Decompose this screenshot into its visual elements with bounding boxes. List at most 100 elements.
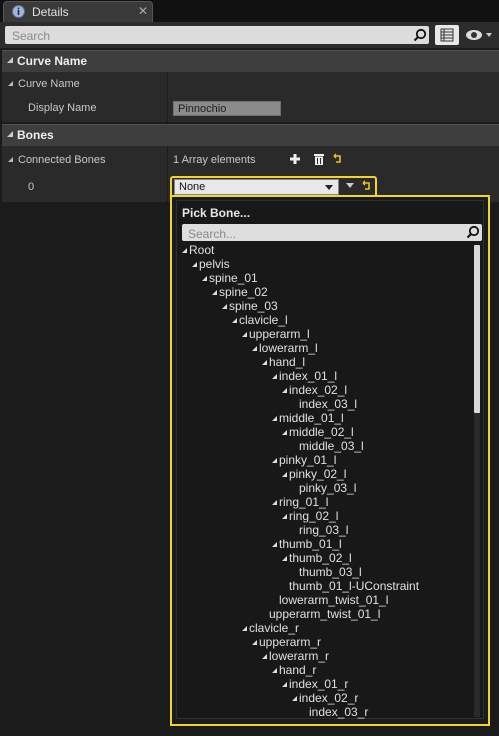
expand-arrow-icon[interactable] bbox=[272, 668, 277, 673]
element-options-chevron-icon[interactable] bbox=[346, 183, 354, 188]
expand-arrow-icon[interactable] bbox=[242, 332, 247, 337]
expand-arrow-icon[interactable] bbox=[272, 458, 277, 463]
expand-arrow-icon[interactable] bbox=[282, 682, 287, 687]
tree-item-upperarm_twist_01_l[interactable]: upperarm_twist_01_l bbox=[262, 607, 380, 621]
expand-arrow-icon[interactable] bbox=[222, 304, 227, 309]
expand-arrow-icon[interactable] bbox=[272, 416, 277, 421]
tree-item-ring_02_l[interactable]: ring_02_l bbox=[282, 509, 338, 523]
tree-item-index_03_r[interactable]: index_03_r bbox=[302, 705, 368, 719]
info-icon bbox=[12, 5, 25, 18]
expand-arrow-icon[interactable] bbox=[232, 318, 237, 323]
expand-arrow-icon[interactable] bbox=[252, 640, 257, 645]
tree-item-Root[interactable]: Root bbox=[182, 243, 214, 257]
display-name-field[interactable]: Pinnochio bbox=[173, 101, 281, 116]
expand-arrow-icon[interactable] bbox=[8, 81, 13, 86]
tree-item-ring_01_l[interactable]: ring_01_l bbox=[272, 495, 328, 509]
expand-arrow-icon[interactable] bbox=[252, 346, 257, 351]
tree-item-pinky_01_l[interactable]: pinky_01_l bbox=[272, 453, 336, 467]
tree-item-label: Root bbox=[189, 243, 215, 257]
tree-item-thumb_03_l[interactable]: thumb_03_l bbox=[292, 565, 362, 579]
expand-arrow-icon[interactable] bbox=[272, 500, 277, 505]
column-divider bbox=[167, 96, 168, 122]
tree-item-label: index_03_r bbox=[309, 705, 369, 719]
expand-arrow-icon[interactable] bbox=[262, 654, 267, 659]
tree-item-label: index_02_l bbox=[289, 383, 348, 397]
expand-arrow-icon[interactable] bbox=[7, 131, 13, 137]
tab-details[interactable]: Details ✕ bbox=[3, 1, 153, 22]
pick-bone-popup: Pick Bone... Rootpelvisspine_01spine_02s… bbox=[170, 195, 490, 726]
expand-arrow-icon[interactable] bbox=[282, 430, 287, 435]
tree-item-label: hand_r bbox=[279, 663, 317, 677]
tree-item-hand_r[interactable]: hand_r bbox=[272, 663, 316, 677]
tree-item-upperarm_l[interactable]: upperarm_l bbox=[242, 327, 310, 341]
tree-item-thumb_01_l-UConstraint[interactable]: thumb_01_l-UConstraint bbox=[282, 579, 419, 593]
tree-item-pinky_02_l[interactable]: pinky_02_l bbox=[282, 467, 346, 481]
expand-arrow-icon[interactable] bbox=[292, 696, 297, 701]
tree-item-label: index_03_l bbox=[299, 397, 358, 411]
tree-item-clavicle_l[interactable]: clavicle_l bbox=[232, 313, 288, 327]
tree-item-middle_02_l[interactable]: middle_02_l bbox=[282, 425, 354, 439]
pick-bone-search-input[interactable] bbox=[186, 225, 460, 242]
tree-item-index_02_r[interactable]: index_02_r bbox=[292, 691, 358, 705]
tree-item-thumb_02_l[interactable]: thumb_02_l bbox=[282, 551, 352, 565]
tree-item-middle_03_l[interactable]: middle_03_l bbox=[292, 439, 364, 453]
expand-arrow-icon[interactable] bbox=[242, 626, 247, 631]
tree-item-spine_01[interactable]: spine_01 bbox=[202, 271, 258, 285]
expand-arrow-icon[interactable] bbox=[212, 290, 217, 295]
tree-item-label: spine_03 bbox=[229, 299, 278, 313]
tree-item-label: clavicle_l bbox=[239, 313, 288, 327]
reset-to-default-icon[interactable] bbox=[332, 152, 342, 166]
tree-item-hand_l[interactable]: hand_l bbox=[262, 355, 305, 369]
delete-elements-icon[interactable] bbox=[313, 152, 325, 166]
tree-item-index_01_l[interactable]: index_01_l bbox=[272, 369, 337, 383]
tree-item-middle_01_l[interactable]: middle_01_l bbox=[272, 411, 344, 425]
tree-item-thumb_01_l[interactable]: thumb_01_l bbox=[272, 537, 342, 551]
search-input[interactable] bbox=[10, 27, 404, 45]
bone-tree: Root pelvis spine_01 spine_02 spine_03 clavic… bbox=[177, 243, 467, 719]
search-row bbox=[0, 22, 499, 48]
display-name-value: Pinnochio bbox=[178, 103, 227, 115]
tree-item-index_01_r[interactable]: index_01_r bbox=[282, 677, 348, 691]
expand-arrow-icon[interactable] bbox=[282, 388, 287, 393]
tree-item-label: upperarm_l bbox=[249, 327, 310, 341]
category-bones[interactable]: Bones bbox=[2, 124, 499, 146]
tree-item-lowerarm_r[interactable]: lowerarm_r bbox=[262, 649, 329, 663]
tree-item-clavicle_r[interactable]: clavicle_r bbox=[242, 621, 299, 635]
tree-item-index_02_l[interactable]: index_02_l bbox=[282, 383, 347, 397]
reset-to-default-icon[interactable] bbox=[361, 179, 371, 193]
tree-item-spine_03[interactable]: spine_03 bbox=[222, 299, 278, 313]
chevron-down-icon bbox=[325, 185, 333, 190]
scrollbar-thumb[interactable] bbox=[474, 245, 480, 413]
search-icon[interactable] bbox=[466, 225, 480, 239]
tree-item-index_03_l[interactable]: index_03_l bbox=[292, 397, 357, 411]
eye-icon[interactable] bbox=[464, 27, 494, 43]
tree-item-pelvis[interactable]: pelvis bbox=[192, 257, 230, 271]
category-curve-name[interactable]: Curve Name bbox=[2, 50, 499, 72]
add-element-icon[interactable] bbox=[289, 152, 301, 166]
tree-item-label: spine_01 bbox=[209, 271, 258, 285]
expand-arrow-icon[interactable] bbox=[272, 542, 277, 547]
tree-item-ring_03_l[interactable]: ring_03_l bbox=[292, 523, 348, 537]
expand-arrow-icon[interactable] bbox=[262, 360, 267, 365]
curve-name-group-row[interactable]: Curve Name bbox=[2, 72, 499, 96]
expand-arrow-icon[interactable] bbox=[7, 57, 13, 63]
expand-arrow-icon[interactable] bbox=[282, 556, 287, 561]
tree-item-pinky_03_l[interactable]: pinky_03_l bbox=[292, 481, 356, 495]
tree-item-spine_02[interactable]: spine_02 bbox=[212, 285, 268, 299]
tree-item-lowerarm_l[interactable]: lowerarm_l bbox=[252, 341, 318, 355]
expand-arrow-icon[interactable] bbox=[192, 262, 197, 267]
scrollbar-track[interactable] bbox=[474, 245, 480, 717]
tree-item-lowerarm_twist_01_l[interactable]: lowerarm_twist_01_l bbox=[272, 593, 388, 607]
expand-arrow-icon[interactable] bbox=[282, 472, 287, 477]
search-icon[interactable] bbox=[413, 28, 427, 42]
expand-arrow-icon[interactable] bbox=[272, 374, 277, 379]
view-options-button[interactable] bbox=[435, 25, 459, 45]
expand-arrow-icon[interactable] bbox=[8, 157, 13, 162]
close-icon[interactable]: ✕ bbox=[138, 4, 148, 18]
expand-arrow-icon[interactable] bbox=[182, 248, 187, 253]
expand-arrow-icon[interactable] bbox=[202, 276, 207, 281]
tree-item-upperarm_r[interactable]: upperarm_r bbox=[252, 635, 321, 649]
bone-combo-box[interactable]: None bbox=[174, 179, 339, 195]
tab-bar: Details ✕ bbox=[0, 0, 499, 22]
expand-arrow-icon[interactable] bbox=[282, 514, 287, 519]
